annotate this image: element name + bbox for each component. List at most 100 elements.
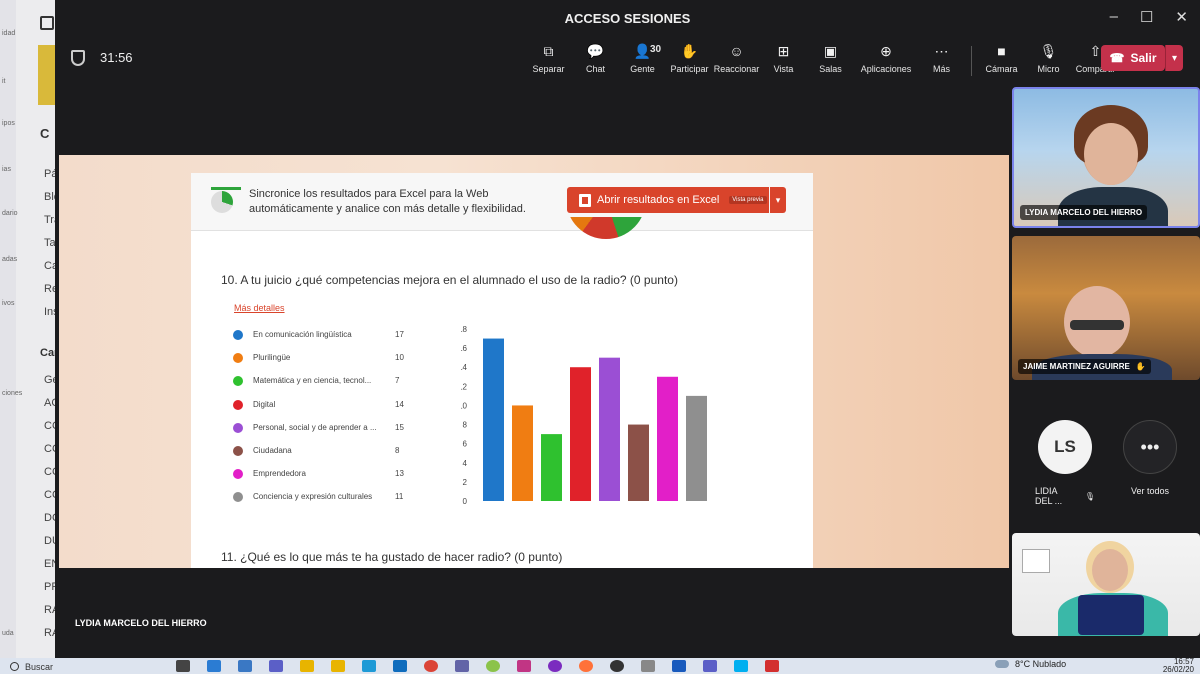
app-icon[interactable]: [517, 660, 531, 672]
channel-item[interactable]: DC: [44, 512, 55, 524]
participant-video[interactable]: JAIME MARTINEZ AGUIRRE ✋: [1012, 236, 1200, 380]
legend-value: 14: [395, 399, 404, 409]
gente-button[interactable]: 👤 30 Gente: [619, 42, 666, 76]
aplicaciones-button[interactable]: ⊕ Aplicaciones: [854, 42, 918, 76]
channel-item[interactable]: CC: [44, 420, 55, 432]
legend-label: Ciudadana: [253, 446, 292, 455]
see-all-tile[interactable]: ••• Ver todos: [1120, 420, 1180, 496]
chart-bar: [628, 424, 649, 501]
toolbar-label: Participar: [670, 64, 709, 74]
legend-label: Matemática y en ciencia, tecnol...: [253, 376, 372, 386]
taskbar-search[interactable]: Buscar: [10, 660, 160, 673]
cámara-button[interactable]: ■ Cámara: [978, 42, 1025, 76]
toolbar-separator: [971, 46, 972, 76]
channel-item[interactable]: RA: [44, 627, 55, 639]
more-icon: •••: [1123, 420, 1177, 474]
toolbar-label: Separar: [532, 64, 565, 74]
clock[interactable]: 16:57 26/02/20: [1163, 658, 1194, 674]
self-video[interactable]: [1012, 533, 1200, 636]
taskbar: Buscar 8°C Nublado 16:57 26/02/20: [0, 658, 1200, 674]
sidebar-item[interactable]: Tra: [44, 214, 55, 226]
participant-name: LIDIA DEL ...: [1035, 486, 1063, 506]
sidebar-item[interactable]: Tar: [44, 237, 55, 249]
app-icon[interactable]: [486, 660, 500, 672]
pdf-icon[interactable]: [765, 660, 779, 672]
chart-bar: [483, 338, 504, 501]
sidebar-item[interactable]: Ca: [44, 260, 55, 272]
app-rail: [0, 0, 16, 658]
app-icon[interactable]: [641, 660, 655, 672]
y-tick-label: 10: [461, 401, 468, 410]
app-icon[interactable]: [362, 660, 376, 672]
chrome-icon[interactable]: [424, 660, 438, 672]
weather[interactable]: 8°C Nublado: [1015, 659, 1066, 669]
reaccionar-button[interactable]: ☺ Reaccionar: [713, 42, 760, 76]
title-bar: ACCESO SESIONES – ☐ ✕: [55, 0, 1200, 36]
legend-swatch: [233, 469, 243, 480]
channel-item[interactable]: EN: [44, 558, 55, 570]
participant-video[interactable]: LYDIA MARCELO DEL HIERRO: [1012, 87, 1200, 228]
y-tick-label: 6: [463, 440, 468, 449]
app-icon[interactable]: [548, 660, 562, 672]
search-label: Buscar: [25, 661, 54, 672]
toolbar-label: Vista: [773, 64, 794, 74]
sidebar-item[interactable]: Re: [44, 283, 55, 295]
pop-out-icon: ⧉: [543, 42, 554, 59]
app-icon[interactable]: [610, 660, 624, 672]
open-excel-label: Abrir resultados en Excel: [597, 194, 720, 206]
channel-item[interactable]: DU: [44, 535, 55, 547]
chat-button[interactable]: 💬 Chat: [572, 42, 619, 76]
skype-icon[interactable]: [734, 660, 748, 672]
app-icon[interactable]: [455, 660, 469, 672]
firefox-icon[interactable]: [579, 660, 593, 672]
shield-icon: [71, 50, 85, 66]
raise-hand-icon: ✋: [680, 42, 699, 59]
participant-name: JAIME MARTINEZ AGUIRRE: [1023, 362, 1130, 371]
word-icon[interactable]: [672, 660, 686, 672]
folder-icon[interactable]: [331, 660, 345, 672]
task-view-icon[interactable]: [176, 660, 190, 672]
separar-button[interactable]: ⧉ Separar: [525, 42, 572, 76]
sidebar-item[interactable]: Pá: [44, 168, 55, 180]
maximize-icon[interactable]: ☐: [1140, 8, 1153, 26]
vista-button[interactable]: ⊞ Vista: [760, 42, 807, 76]
folder-icon[interactable]: [300, 660, 314, 672]
channel-item[interactable]: CC: [44, 443, 55, 455]
more-details-link[interactable]: Más detalles: [234, 303, 285, 313]
store-icon[interactable]: [238, 660, 252, 672]
leave-button[interactable]: ☎ Salir: [1101, 45, 1165, 71]
participar-button[interactable]: ✋ Participar: [666, 42, 713, 76]
minimize-icon[interactable]: –: [1110, 8, 1118, 26]
legend-value: 15: [395, 422, 404, 432]
y-tick-label: 8: [463, 421, 468, 430]
chart-bar: [570, 367, 591, 501]
back-icon[interactable]: [40, 16, 54, 30]
teams-icon[interactable]: [269, 660, 283, 672]
participant-avatar-tile[interactable]: LS LIDIA DEL ... 🎙: [1035, 420, 1095, 506]
rail-label: dario: [2, 210, 18, 217]
close-icon[interactable]: ✕: [1175, 8, 1188, 26]
channel-item[interactable]: PR: [44, 581, 55, 593]
chart-bar: [541, 434, 562, 501]
excel-dropdown-button[interactable]: ▾: [770, 187, 786, 213]
channel-item[interactable]: Ge: [44, 374, 55, 386]
channel-item[interactable]: AC: [44, 397, 55, 409]
mic-off-icon: ✋: [1135, 362, 1146, 371]
channel-item[interactable]: RA: [44, 604, 55, 616]
channel-item[interactable]: CC: [44, 489, 55, 501]
mail-icon[interactable]: [393, 660, 407, 672]
sidebar-item[interactable]: Blo: [44, 191, 55, 203]
previous-pie-chart: [566, 217, 646, 239]
micro-button[interactable]: 🎙 Micro: [1025, 42, 1072, 76]
y-tick-label: 18: [461, 325, 468, 334]
chart-bar: [657, 376, 678, 501]
teams-icon[interactable]: [703, 660, 717, 672]
open-excel-button[interactable]: Abrir resultados en Excel Vista previa: [567, 187, 769, 213]
edge-icon[interactable]: [207, 660, 221, 672]
sidebar-item[interactable]: Ins: [44, 306, 55, 318]
legend-label: Personal, social y de aprender a ...: [253, 422, 377, 432]
leave-dropdown-button[interactable]: ▾: [1165, 45, 1183, 71]
más-button[interactable]: ⋯ Más: [918, 42, 965, 76]
channel-item[interactable]: CC: [44, 466, 55, 478]
salas-button[interactable]: ▣ Salas: [807, 42, 854, 76]
